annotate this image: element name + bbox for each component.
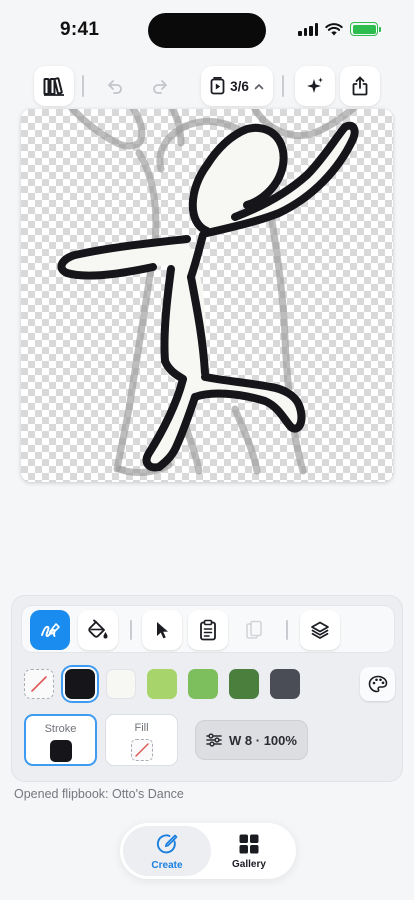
fill-selector[interactable]: Fill (105, 714, 178, 766)
palette-icon (368, 675, 387, 693)
cellular-signal-icon (298, 23, 318, 36)
stroke-fill-row: Stroke Fill W 8 · 100% (24, 714, 396, 766)
nav-gallery-label: Gallery (232, 858, 266, 870)
swatch-green[interactable] (188, 669, 218, 699)
paste-frame-button[interactable] (234, 610, 274, 650)
nav-gallery[interactable]: Gallery (205, 826, 293, 876)
layers-button[interactable] (300, 610, 340, 650)
stroke-selector[interactable]: Stroke (24, 714, 97, 766)
swatch-black[interactable] (65, 669, 95, 699)
tools-separator (130, 620, 132, 640)
sparkle-icon (307, 77, 323, 93)
library-button[interactable] (34, 66, 74, 106)
tool-panel: Stroke Fill W 8 · 100% (11, 595, 403, 782)
share-icon (352, 76, 368, 96)
no-color-slash-icon (31, 676, 47, 692)
chevron-up-icon (254, 83, 264, 89)
palette-button[interactable] (360, 667, 395, 701)
stroke-label: Stroke (44, 723, 77, 735)
fill-bucket-tool-button[interactable] (78, 610, 118, 650)
frame-selector-button[interactable]: 3/6 (201, 66, 273, 106)
pen-scribble-icon (41, 623, 60, 637)
swatch-no-color[interactable] (24, 669, 54, 699)
clipboard-icon (200, 619, 216, 641)
redo-button[interactable] (140, 66, 180, 106)
fill-label: Fill (134, 722, 149, 734)
flipbook-frame-icon (210, 77, 225, 95)
no-color-slash-icon (134, 743, 149, 757)
nav-create[interactable]: Create (123, 826, 211, 876)
gallery-grid-icon (239, 834, 259, 853)
layers-icon (311, 621, 329, 639)
stroke-color-chip (49, 740, 72, 762)
paste-icon (246, 620, 262, 639)
color-swatch-row (23, 667, 395, 701)
copy-frame-button[interactable] (188, 610, 228, 650)
pen-tool-button[interactable] (30, 610, 70, 650)
swatch-dark-green[interactable] (229, 669, 259, 699)
dynamic-island (148, 13, 266, 48)
toolbar-separator (82, 75, 84, 97)
battery-charging-icon (350, 22, 381, 36)
sparkle-button[interactable] (295, 66, 335, 106)
create-pencil-circle-icon (156, 833, 178, 853)
brush-width-label: W 8 · 100% (229, 732, 297, 748)
sliders-icon (206, 733, 222, 747)
swatch-light-green[interactable] (147, 669, 177, 699)
status-message: Opened flipbook: Otto's Dance (14, 787, 184, 801)
status-time: 9:41 (60, 19, 100, 40)
nav-create-label: Create (151, 859, 183, 871)
tools-row (21, 605, 395, 653)
cursor-arrow-icon (157, 622, 168, 639)
drawing-canvas[interactable] (21, 109, 393, 482)
brush-width-button[interactable]: W 8 · 100% (195, 720, 308, 760)
tools-separator (286, 620, 288, 640)
status-icons (298, 22, 381, 36)
wifi-icon (325, 22, 343, 35)
frame-counter: 3/6 (210, 77, 264, 95)
undo-icon (108, 80, 122, 94)
top-toolbar: 3/6 (34, 66, 380, 106)
swatch-white[interactable] (106, 669, 136, 699)
toolbar-separator (282, 75, 284, 97)
swatch-slate-gray[interactable] (270, 669, 300, 699)
bottom-nav: Create Gallery (120, 823, 296, 879)
status-bar: 9:41 (0, 0, 414, 56)
library-books-icon (43, 77, 64, 96)
redo-icon (153, 80, 167, 94)
share-button[interactable] (340, 66, 380, 106)
paint-bucket-icon (88, 619, 108, 639)
fill-color-chip (130, 739, 153, 761)
select-tool-button[interactable] (142, 610, 182, 650)
frame-counter-label: 3/6 (230, 78, 249, 94)
undo-button[interactable] (95, 66, 135, 106)
